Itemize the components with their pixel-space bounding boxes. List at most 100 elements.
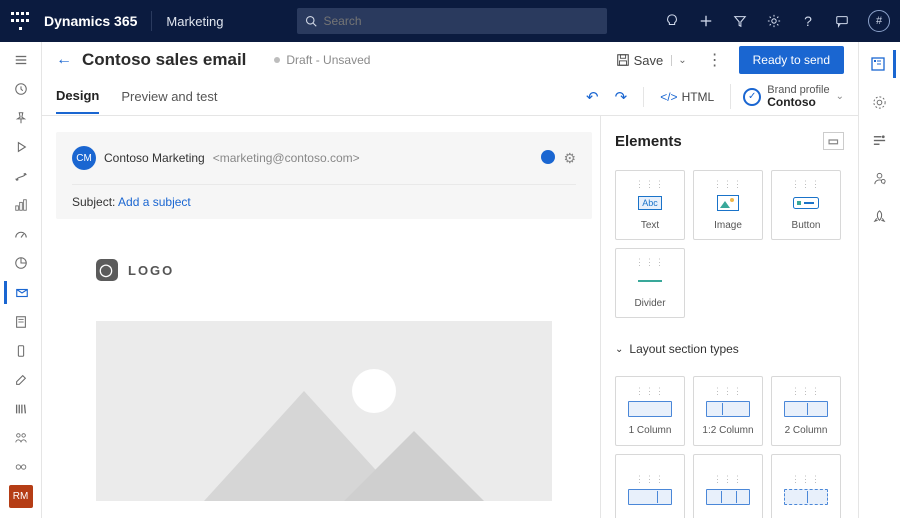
element-text[interactable]: ⋮⋮⋮ Abc Text <box>615 170 685 240</box>
from-row: CM Contoso Marketing <marketing@contoso.… <box>72 146 576 170</box>
layout-label: 1:2 Column <box>702 425 753 436</box>
nav-form-icon[interactable] <box>6 310 36 333</box>
main-region: ← Contoso sales email Draft - Unsaved Sa… <box>42 42 858 518</box>
tool-settings-icon[interactable] <box>865 88 895 116</box>
elements-heading: Elements ▭ <box>615 132 844 150</box>
nav-pin-icon[interactable] <box>6 106 36 129</box>
lightbulb-icon[interactable] <box>664 13 680 29</box>
chat-icon[interactable] <box>834 13 850 29</box>
undo-button[interactable]: ↶ <box>586 88 599 106</box>
search-icon <box>305 15 317 27</box>
html-view-button[interactable]: </> HTML <box>660 90 714 104</box>
tab-design[interactable]: Design <box>56 79 99 114</box>
layout-2-column[interactable]: ⋮⋮⋮ 2 Column <box>771 376 841 446</box>
layout-2col-icon <box>784 401 828 417</box>
layout-1col-icon <box>628 401 672 417</box>
divider-icon <box>638 272 662 290</box>
plus-icon[interactable] <box>698 13 714 29</box>
nav-journey-icon[interactable] <box>6 165 36 188</box>
logo-placeholder[interactable]: ◯ LOGO <box>96 259 552 281</box>
tab-preview[interactable]: Preview and test <box>121 80 217 113</box>
user-tile[interactable]: RM <box>9 485 33 508</box>
chevron-down-icon: ⌄ <box>836 91 844 102</box>
gear-icon[interactable] <box>766 13 782 29</box>
code-icon: </> <box>660 90 677 104</box>
layout-custom[interactable]: ⋮⋮⋮ <box>771 454 841 518</box>
app-launcher-icon[interactable] <box>10 11 30 31</box>
grid-toggle-icon[interactable]: ▭ <box>823 132 844 150</box>
element-button[interactable]: ⋮⋮⋮ Button <box>771 170 841 240</box>
back-button[interactable]: ← <box>56 51 72 69</box>
global-search[interactable] <box>297 8 607 34</box>
element-label: Divider <box>634 298 665 309</box>
logo-mark-icon: ◯ <box>96 259 118 281</box>
text-icon: Abc <box>638 194 662 212</box>
drag-handle-icon: ⋮⋮⋮ <box>635 257 665 268</box>
layout-1-2-column[interactable]: ⋮⋮⋮ 1:2 Column <box>693 376 763 446</box>
email-body[interactable]: ◯ LOGO <box>56 219 592 518</box>
nav-library-icon[interactable] <box>6 398 36 421</box>
help-icon[interactable]: ? <box>800 13 816 29</box>
element-label: Text <box>641 220 659 231</box>
drag-handle-icon: ⋮⋮⋮ <box>713 179 743 190</box>
save-label: Save <box>634 53 664 68</box>
drag-handle-icon: ⋮⋮⋮ <box>791 179 821 190</box>
nav-menu-icon[interactable] <box>6 48 36 71</box>
layout-2-1-column[interactable]: ⋮⋮⋮ <box>615 454 685 518</box>
element-image[interactable]: ⋮⋮⋮ Image <box>693 170 763 240</box>
record-header: ← Contoso sales email Draft - Unsaved Sa… <box>42 42 858 72</box>
product-name: Dynamics 365 <box>44 13 137 29</box>
hero-image-placeholder[interactable] <box>96 321 552 501</box>
more-actions-button[interactable]: ⋮ <box>699 50 731 70</box>
email-canvas[interactable]: CM Contoso Marketing <marketing@contoso.… <box>42 116 600 518</box>
module-name[interactable]: Marketing <box>166 14 223 29</box>
tool-rocket-icon[interactable] <box>865 202 895 230</box>
mountain-placeholder-icon <box>96 321 552 501</box>
layout-3-column[interactable]: ⋮⋮⋮ <box>693 454 763 518</box>
nav-mobile-icon[interactable] <box>6 339 36 362</box>
search-input[interactable] <box>323 14 599 28</box>
layout-21col-icon <box>628 489 672 505</box>
right-tool-rail <box>858 42 900 518</box>
tool-elements-icon[interactable] <box>866 50 896 78</box>
designer-tabs: Design Preview and test ↶ ↷ </> HTML ✓ B… <box>42 78 858 116</box>
tool-personalize-icon[interactable] <box>865 164 895 192</box>
html-label: HTML <box>682 90 715 104</box>
nav-email-icon[interactable] <box>4 281 34 304</box>
logo-text: LOGO <box>128 263 174 278</box>
top-right-actions: ? # <box>664 10 890 32</box>
save-icon <box>616 53 630 67</box>
info-icon[interactable] <box>541 150 555 164</box>
chevron-down-icon[interactable]: ⌄ <box>671 55 686 66</box>
nav-settings-icon[interactable] <box>6 368 36 391</box>
nav-play-icon[interactable] <box>6 135 36 158</box>
tool-styles-icon[interactable] <box>865 126 895 154</box>
redo-button[interactable]: ↷ <box>615 88 628 106</box>
user-avatar[interactable]: # <box>868 10 890 32</box>
layout-label: 2 Column <box>785 425 828 436</box>
drag-handle-icon: ⋮⋮⋮ <box>791 474 821 485</box>
button-icon <box>793 194 819 212</box>
layout-3col-icon <box>706 489 750 505</box>
nav-segment-icon[interactable] <box>6 427 36 450</box>
nav-analytics-icon[interactable] <box>6 194 36 217</box>
save-button[interactable]: Save ⌄ <box>612 49 691 72</box>
brand-profile-selector[interactable]: ✓ Brand profile Contoso ⌄ <box>730 84 844 109</box>
layout-label: 1 Column <box>629 425 672 436</box>
layout-1-column[interactable]: ⋮⋮⋮ 1 Column <box>615 376 685 446</box>
nav-speed-icon[interactable] <box>6 223 36 246</box>
nav-chart-icon[interactable] <box>6 252 36 275</box>
ready-to-send-button[interactable]: Ready to send <box>739 46 844 74</box>
nav-recent-icon[interactable] <box>6 77 36 100</box>
element-divider[interactable]: ⋮⋮⋮ Divider <box>615 248 685 318</box>
content-area: CM Contoso Marketing <marketing@contoso.… <box>42 116 858 518</box>
layout-section-heading[interactable]: ⌄ Layout section types <box>615 342 844 356</box>
elements-heading-text: Elements <box>615 133 682 150</box>
filter-icon[interactable] <box>732 13 748 29</box>
drag-handle-icon: ⋮⋮⋮ <box>713 474 743 485</box>
gear-icon[interactable]: ⚙ <box>563 150 576 167</box>
layout-12col-icon <box>706 401 750 417</box>
nav-consent-icon[interactable] <box>6 456 36 479</box>
record-title: Contoso sales email <box>82 50 246 70</box>
add-subject-link[interactable]: Add a subject <box>118 195 191 209</box>
